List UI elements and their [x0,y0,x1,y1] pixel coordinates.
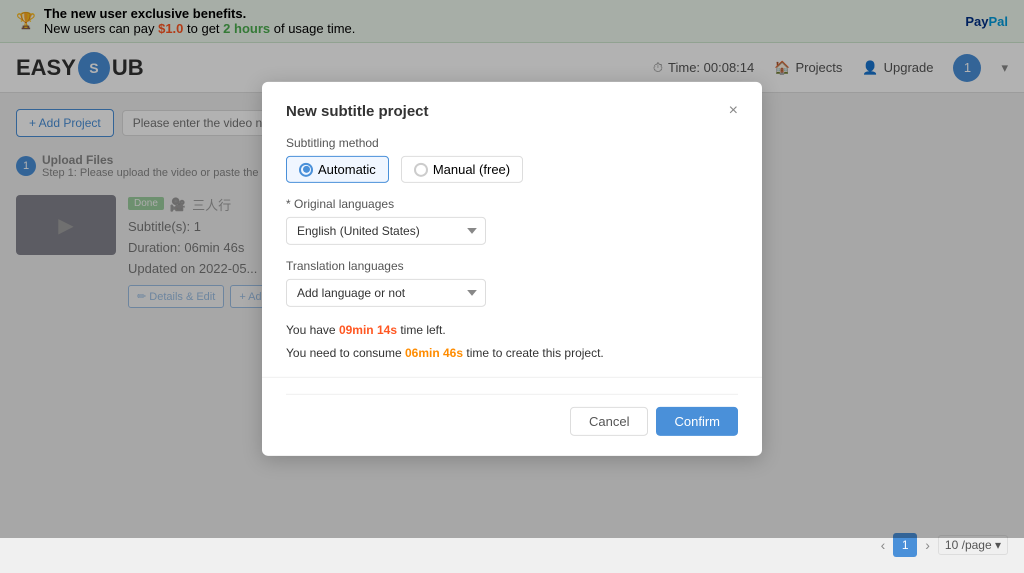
time-left-value: 09min 14s [339,323,397,337]
auto-label: Automatic [318,162,376,177]
translation-lang-section: Translation languages Add language or no… [286,259,738,307]
auto-option[interactable]: Automatic [286,156,389,183]
original-lang-section: * Original languages English (United Sta… [286,197,738,245]
confirm-button[interactable]: Confirm [656,407,738,436]
manual-label: Manual (free) [433,162,510,177]
translation-lang-label: Translation languages [286,259,738,273]
manual-radio-dot [414,162,428,176]
manual-option[interactable]: Manual (free) [401,156,523,183]
next-page-button[interactable]: › [925,537,930,553]
prev-page-button[interactable]: ‹ [881,537,886,553]
modal-close-button[interactable]: × [729,102,738,120]
original-lang-select[interactable]: English (United States) [286,217,486,245]
auto-radio-dot [299,162,313,176]
time-consume-value: 06min 46s [405,346,463,360]
modal-footer: Cancel Confirm [286,394,738,436]
cancel-button[interactable]: Cancel [570,407,648,436]
time-consume-info: You need to consume 06min 46s time to cr… [286,344,738,363]
modal-title: New subtitle project [286,102,429,119]
translation-lang-select[interactable]: Add language or not [286,279,486,307]
modal-header: New subtitle project × [286,102,738,120]
modal-divider [262,377,762,378]
radio-group: Automatic Manual (free) [286,156,738,183]
subtitling-method-section: Subtitling method Automatic Manual (free… [286,136,738,183]
time-info-section: You have 09min 14s time left. You need t… [286,321,738,363]
original-lang-label: * Original languages [286,197,738,211]
new-subtitle-modal: New subtitle project × Subtitling method… [262,82,762,456]
time-left-info: You have 09min 14s time left. [286,321,738,340]
per-page-selector[interactable]: 10 /page ▾ [938,535,1008,555]
subtitling-method-label: Subtitling method [286,136,738,150]
